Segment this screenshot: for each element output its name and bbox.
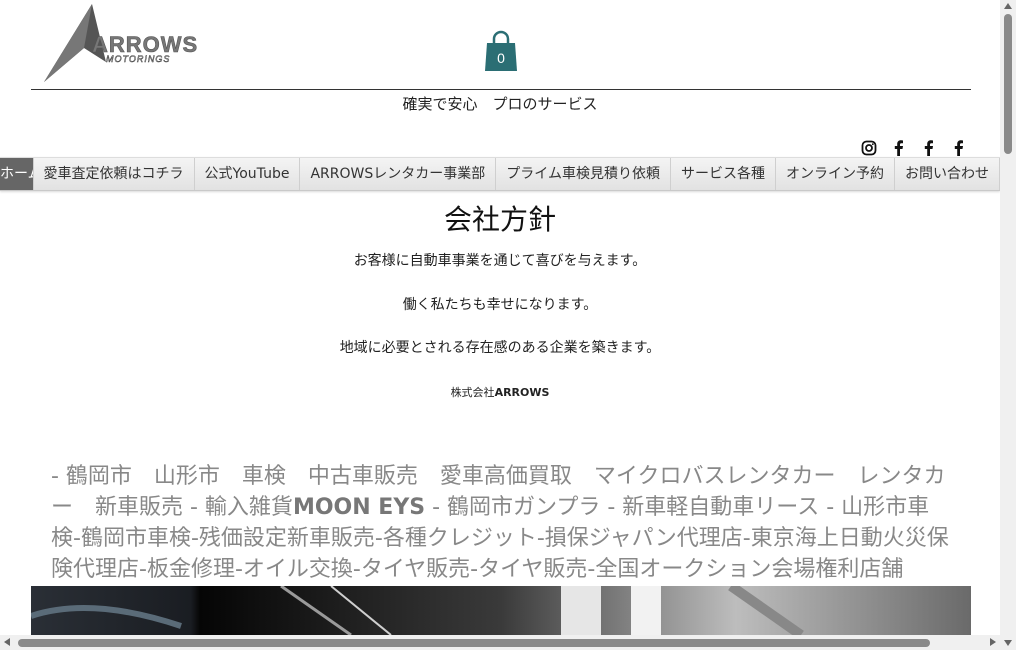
section-title: 会社方針	[443, 203, 556, 236]
hero-image	[31, 586, 971, 635]
nav-item-home[interactable]: ホーム	[0, 158, 34, 190]
cart-button[interactable]: 0	[484, 30, 518, 72]
company-name: 株式会社ARROWS	[0, 384, 1000, 400]
tagline: 確実で安心 プロのサービス	[402, 95, 598, 113]
policy-line: 地域に必要とされる存在感のある企業を築きます。	[339, 340, 661, 356]
nav-item-online-booking[interactable]: オンライン予約	[776, 158, 895, 190]
nav-item-services[interactable]: サービス各種	[671, 158, 776, 190]
vertical-scroll-thumb[interactable]	[1004, 14, 1012, 154]
cart-count: 0	[497, 50, 505, 66]
vertical-scrollbar[interactable]	[1000, 0, 1016, 650]
nav-item-youtube[interactable]: 公式YouTube	[195, 158, 301, 190]
scroll-up-icon[interactable]	[1004, 3, 1012, 9]
horizontal-scrollbar[interactable]	[0, 635, 1000, 650]
main-nav: ホーム 愛車査定依頼はコチラ 公式YouTube ARROWSレンタカー事業部 …	[0, 157, 1000, 191]
facebook-icon[interactable]	[890, 139, 908, 157]
keywords-moon-eyes: MOON EYS	[292, 495, 426, 520]
scroll-down-icon[interactable]	[1004, 640, 1012, 646]
nav-item-inspection-quote[interactable]: プライム車検見積り依頼	[496, 158, 671, 190]
arrows-logo[interactable]: ARROWS MOTORINGS	[44, 4, 244, 84]
nav-item-contact[interactable]: お問い合わせ	[895, 158, 1000, 190]
scroll-right-icon[interactable]	[990, 638, 996, 646]
facebook-icon[interactable]	[920, 139, 938, 157]
scroll-left-icon[interactable]	[4, 638, 10, 646]
horizontal-scroll-thumb[interactable]	[18, 639, 930, 647]
policy-line: お客様に自動車事業を通じて喜びを与えます。	[353, 253, 647, 269]
header-divider	[31, 89, 971, 90]
logo-subtitle: MOTORINGS	[106, 54, 170, 64]
company-prefix: 株式会社	[450, 386, 495, 399]
social-bar	[860, 139, 968, 157]
seo-keywords: - 鶴岡市 山形市 車検 中古車販売 愛車高価買取 マイクロバスレンタカー レン…	[51, 461, 951, 585]
facebook-icon[interactable]	[950, 139, 968, 157]
nav-item-car-appraisal[interactable]: 愛車査定依頼はコチラ	[34, 158, 195, 190]
company-brand: ARROWS	[494, 386, 550, 399]
instagram-icon[interactable]	[860, 139, 878, 157]
nav-item-rental[interactable]: ARROWSレンタカー事業部	[300, 158, 497, 190]
policy-line: 働く私たちも幸せになります。	[402, 297, 598, 313]
